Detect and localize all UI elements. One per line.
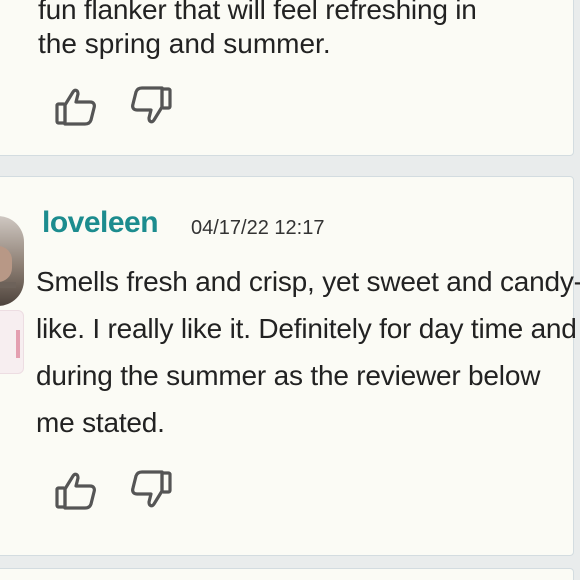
thumbs-down-icon — [131, 86, 172, 124]
avatar-background-image — [0, 310, 24, 374]
thumbs-up-icon — [55, 88, 96, 126]
avatar-background-detail — [16, 330, 20, 358]
review-text-last-line: the spring and summer. — [38, 28, 331, 59]
review-text: Smells fresh and crisp, yet sweet and ca… — [36, 266, 580, 438]
avatar[interactable] — [0, 216, 24, 306]
like-button[interactable] — [54, 468, 98, 512]
review-card-next — [0, 568, 574, 580]
thumbs-up-icon — [55, 472, 96, 510]
reviews-page: fun flanker that will feel refreshing in… — [0, 0, 580, 580]
thumbs-down-icon — [131, 470, 172, 508]
review-text-cut-line: fun flanker that will feel refreshing in — [38, 0, 477, 25]
review-username[interactable]: loveleen — [42, 206, 159, 240]
avatar-face — [0, 246, 12, 282]
dislike-button[interactable] — [129, 84, 173, 128]
review-timestamp: 04/17/22 12:17 — [191, 217, 325, 239]
like-button[interactable] — [54, 84, 98, 128]
dislike-button[interactable] — [129, 468, 173, 512]
avatar-detail — [0, 282, 16, 288]
